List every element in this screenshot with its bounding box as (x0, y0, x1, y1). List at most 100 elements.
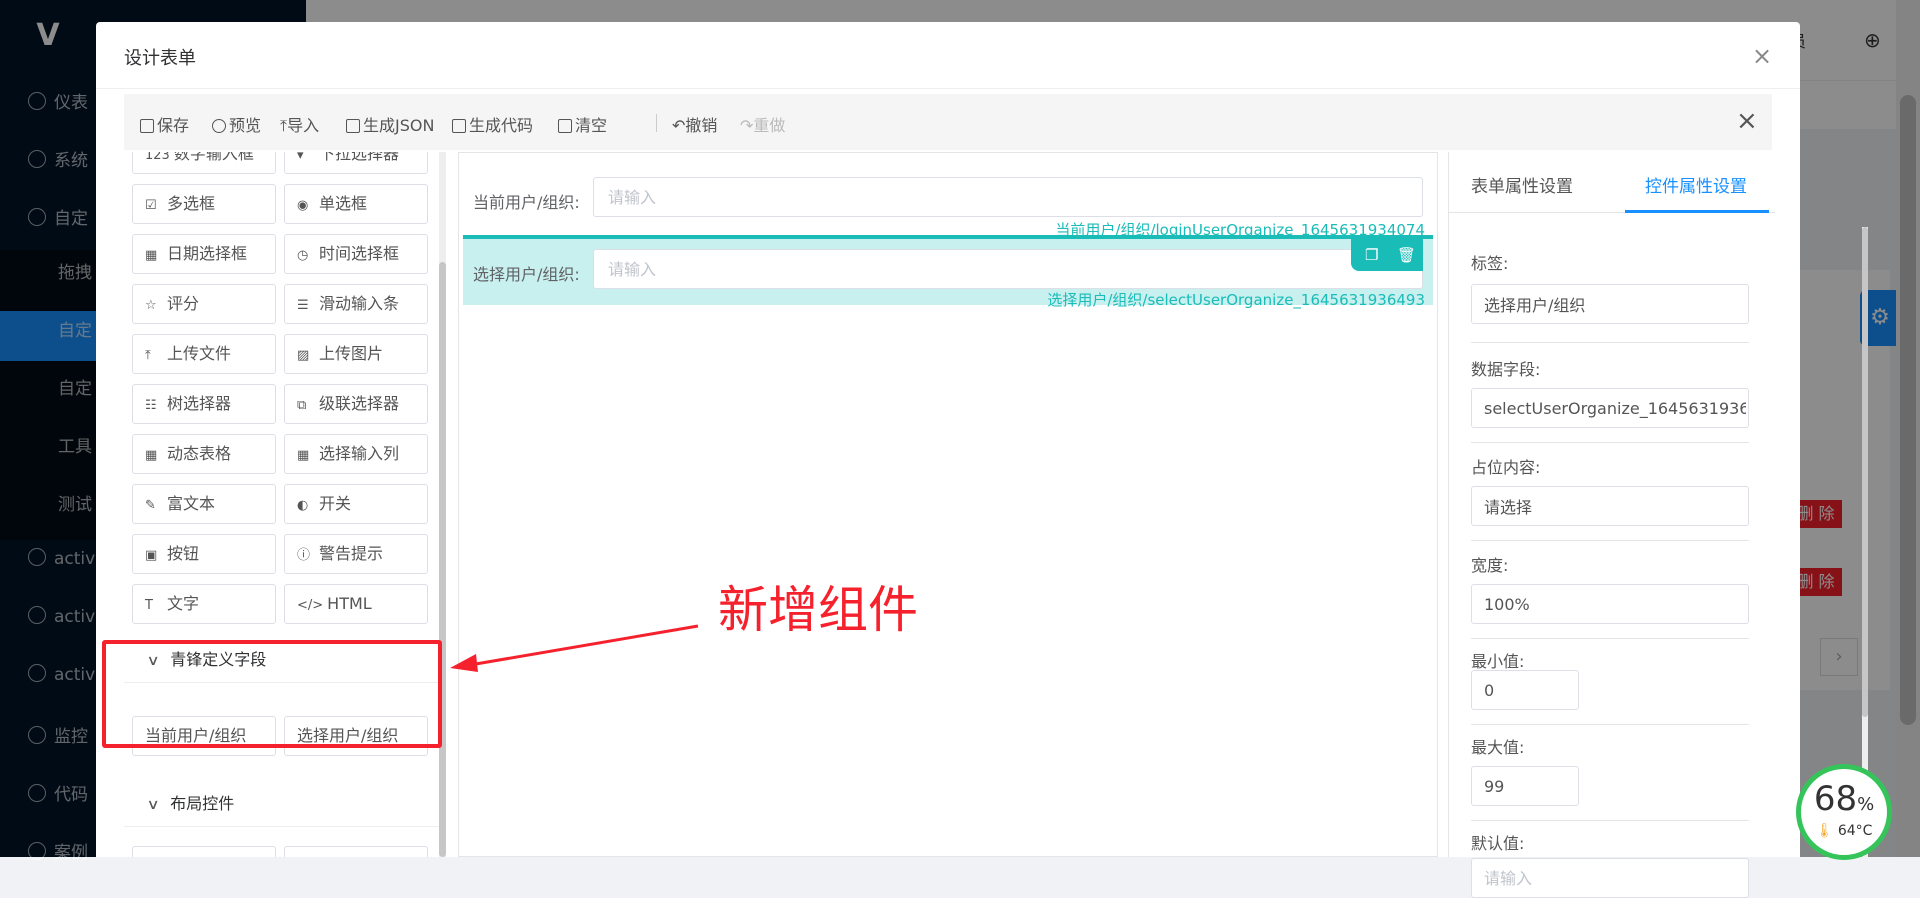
prop-max-title: 最大值: (1471, 738, 1525, 757)
palette-item[interactable]: ▦ 日期选择框 (132, 234, 276, 274)
preview-label: 预览 (229, 116, 262, 135)
palette-item[interactable]: ▨ 上传图片 (284, 334, 428, 374)
palette-item-label: 日期选择框 (167, 244, 248, 263)
table-icon: ▦ (297, 448, 310, 463)
text-icon: T (145, 598, 153, 613)
palette-item[interactable]: —分割线 (132, 846, 276, 857)
palette-item[interactable]: ☷ 树选择器 (132, 384, 276, 424)
palette-item[interactable]: </> HTML (284, 584, 428, 624)
clear-button[interactable]: 清空 (558, 112, 607, 136)
palette-item-label: 下拉选择器 (319, 152, 400, 163)
palette-item-label: 文字 (167, 594, 200, 613)
temperature: 🌡 64°C (1801, 823, 1887, 839)
palette-item[interactable]: ⧉ 级联选择器 (284, 384, 428, 424)
dialog-title: 设计表单 (124, 48, 196, 69)
palette-item[interactable]: ◉ 单选框 (284, 184, 428, 224)
upload-icon: ⤒ (145, 348, 151, 363)
table-icon: ▦ (145, 448, 158, 463)
import-button[interactable]: ⤒导入 (280, 112, 319, 136)
palette-scrollbar[interactable] (439, 152, 446, 857)
prop-divider (1471, 820, 1749, 821)
prop-label-title: 标签: (1471, 254, 1509, 273)
form-field-row-selected[interactable]: 选择用户/组织: 选择用户/组织/selectUserOrganize_1645… (463, 235, 1433, 309)
palette-item[interactable]: ✎ 富文本 (132, 484, 276, 524)
form-field-row[interactable]: 当前用户/组织: 当前用户/组织/loginUserOrganize_16456… (463, 161, 1433, 239)
save-icon (140, 119, 154, 133)
designer-close-icon[interactable]: × (1736, 106, 1758, 136)
system-monitor-widget[interactable]: 68% 🌡 64°C (1796, 764, 1892, 860)
label-input[interactable] (1471, 284, 1749, 324)
tab-form-properties[interactable]: 表单属性设置 (1471, 172, 1573, 197)
redo-button[interactable]: ↷重做 (740, 112, 785, 136)
palette-item-label: 选择输入列 (319, 444, 400, 463)
palette-item-label: 富文本 (167, 494, 216, 513)
prop-placeholder-title: 占位内容: (1471, 458, 1541, 477)
chevron-down-icon: ∨ (146, 797, 160, 813)
data-field-input[interactable] (1471, 388, 1749, 428)
palette-item[interactable]: ⓘ 警告提示 (284, 534, 428, 574)
prop-divider (1471, 638, 1749, 639)
prop-field-title: 数据字段: (1471, 360, 1541, 379)
undo-button[interactable]: ↶撤销 (672, 112, 717, 136)
properties-scrollbar[interactable] (1862, 227, 1868, 857)
slider-icon: ☰ (297, 298, 309, 313)
palette-item-label: 滑动输入条 (319, 294, 400, 313)
current-user-org-input[interactable] (593, 177, 1423, 217)
number-icon: 123 (145, 152, 170, 163)
trash-icon[interactable]: 🗑 (1397, 246, 1416, 264)
design-form-dialog: 设计表单 × 保存 预览 ⤒导入 生成JSON 生成代码 清空 ↶撤销 ↷重做 … (96, 22, 1868, 898)
temperature-value: 64°C (1837, 823, 1873, 839)
palette-item[interactable]: ☑ 多选框 (132, 184, 276, 224)
palette-item[interactable]: ☆ 评分 (132, 284, 276, 324)
cpu-percent-value: 68 (1813, 779, 1858, 819)
card-icon: ▭ (297, 849, 315, 857)
properties-scrollbar-thumb[interactable] (1862, 227, 1868, 717)
palette-scrollbar-thumb[interactable] (439, 262, 446, 857)
layout-section[interactable]: ∨ 布局控件 (124, 782, 444, 827)
palette-item[interactable]: T 文字 (132, 584, 276, 624)
palette-item-label: 单选框 (319, 194, 368, 213)
save-button[interactable]: 保存 (140, 112, 189, 136)
palette-item[interactable]: ▦ 选择输入列 (284, 434, 428, 474)
generate-json-label: 生成JSON (363, 116, 435, 135)
palette-item[interactable]: ☰ 滑动输入条 (284, 284, 428, 324)
palette-item[interactable]: 123 数字输入框 (132, 152, 276, 174)
palette-item-label: 动态表格 (167, 444, 232, 463)
palette-item[interactable]: ⤒ 上传文件 (132, 334, 276, 374)
annotation-arrow-head (450, 654, 478, 672)
switch-icon: ◐ (297, 498, 309, 513)
json-icon (346, 119, 360, 133)
tab-control-properties[interactable]: 控件属性设置 (1645, 172, 1747, 197)
palette-item[interactable]: ▭卡片布局 (284, 846, 428, 857)
palette-item[interactable]: ◷ 时间选择框 (284, 234, 428, 274)
generate-json-button[interactable]: 生成JSON (346, 112, 434, 136)
dialog-close-icon[interactable]: × (1752, 42, 1772, 70)
thermometer-icon: 🌡 (1815, 823, 1834, 839)
preview-button[interactable]: 预览 (212, 112, 261, 136)
prop-default-title: 默认值: (1471, 834, 1525, 853)
field-label: 选择用户/组织: (473, 265, 580, 284)
designer-toolbar: 保存 预览 ⤒导入 生成JSON 生成代码 清空 ↶撤销 ↷重做 × (124, 94, 1772, 150)
star-icon: ☆ (145, 298, 157, 313)
palette-item[interactable]: ▣ 按钮 (132, 534, 276, 574)
trash-icon (558, 119, 572, 133)
cpu-percent: 68% (1801, 779, 1887, 819)
palette-item-label: 评分 (167, 294, 200, 313)
select-user-org-input[interactable] (593, 249, 1423, 289)
palette-item[interactable]: ◐ 开关 (284, 484, 428, 524)
toolbar-separator (656, 114, 657, 132)
palette-item[interactable]: ▾ 下拉选择器 (284, 152, 428, 174)
save-label: 保存 (157, 116, 190, 135)
palette-item-label: HTML (327, 594, 372, 613)
divider-icon: — (145, 849, 163, 857)
min-value-input[interactable] (1471, 670, 1579, 710)
percent-sign: % (1857, 794, 1875, 815)
default-value-input[interactable] (1471, 858, 1749, 898)
palette-item-label: 时间选择框 (319, 244, 400, 263)
placeholder-input[interactable] (1471, 486, 1749, 526)
palette-item[interactable]: ▦ 动态表格 (132, 434, 276, 474)
generate-code-button[interactable]: 生成代码 (452, 112, 533, 136)
copy-icon[interactable]: ❐ (1365, 246, 1378, 264)
width-input[interactable] (1471, 584, 1749, 624)
max-value-input[interactable] (1471, 766, 1579, 806)
